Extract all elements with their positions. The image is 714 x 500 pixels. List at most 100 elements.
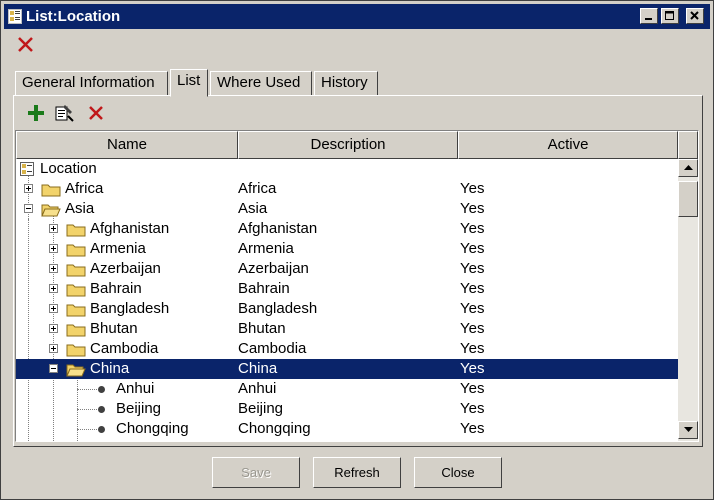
open-folder-icon [41,204,61,217]
close-button[interactable]: Close [414,457,502,488]
tree-row[interactable]: Bangladesh Bangladesh Yes [16,299,678,319]
tree-row[interactable]: Cambodia Cambodia Yes [16,339,678,359]
tab-general-information[interactable]: General Information [15,71,168,96]
expand-toggle[interactable] [49,224,58,233]
row-name: China [90,360,130,377]
column-header-active[interactable]: Active [458,131,678,159]
close-x-icon[interactable] [15,34,37,56]
collapse-toggle[interactable] [49,364,58,373]
row-description: Armenia [238,240,294,257]
tree-row[interactable]: Bahrain Bahrain Yes [16,279,678,299]
row-name: Bangladesh [90,300,170,317]
grid-header: Name Description Active [16,131,698,159]
tree-row[interactable]: Chongqing Chongqing Yes [16,419,678,439]
folder-icon [66,304,86,317]
collapse-toggle[interactable] [24,204,33,213]
row-description: Cambodia [238,340,307,357]
edit-properties-icon[interactable] [53,102,75,124]
window-title: List:Location [26,8,121,25]
minimize-button[interactable] [640,8,658,24]
tree-row[interactable]: Bhutan Bhutan Yes [16,319,678,339]
tab-history[interactable]: History [314,71,378,96]
tree-row[interactable]: Asia Asia Yes [16,199,678,219]
row-description: Asia [238,200,268,217]
expand-toggle[interactable] [49,324,58,333]
row-active: Yes [460,260,485,277]
row-description: Afghanistan [238,220,318,237]
expand-toggle[interactable] [49,264,58,273]
row-description: China [238,360,278,377]
row-active: Yes [460,380,485,397]
tree-row-selected[interactable]: China China Yes [16,359,678,379]
tree-row[interactable]: Africa Africa Yes [16,179,678,199]
expand-toggle[interactable] [49,304,58,313]
tab-where-used[interactable]: Where Used [210,71,312,96]
row-description: Chongqing [238,420,311,437]
folder-icon [66,264,86,277]
tab-label: History [321,74,368,91]
scroll-down-button[interactable] [678,421,698,439]
row-active: Yes [460,400,485,417]
folder-icon [66,224,86,237]
folder-icon [66,244,86,257]
row-active: Yes [460,180,485,197]
leaf-bullet-icon [98,426,105,433]
header-corner [678,131,698,159]
leaf-bullet-icon [98,386,105,393]
arrow-up-icon [684,165,693,170]
expand-toggle[interactable] [49,284,58,293]
row-description: Azerbaijan [238,260,309,277]
row-description: Bangladesh [238,300,318,317]
plus-icon[interactable] [25,102,47,124]
row-name: Azerbaijan [90,260,161,277]
refresh-button[interactable]: Refresh [313,457,401,488]
row-active: Yes [460,280,485,297]
row-name: Anhui [116,380,155,397]
row-name: Cambodia [90,340,159,357]
row-description: Beijing [238,400,284,417]
tab-label: General Information [22,74,155,91]
row-name: Bahrain [90,280,142,297]
row-name: Afghanistan [90,220,170,237]
expand-toggle[interactable] [49,244,58,253]
row-active: Yes [460,300,485,317]
vertical-scrollbar[interactable] [678,159,698,441]
expand-toggle[interactable] [49,344,58,353]
title-bar[interactable]: List:Location [4,4,710,29]
row-name: Africa [65,180,104,197]
list-location-window: List:Location General Information List W… [0,0,714,500]
column-header-description[interactable]: Description [238,131,458,159]
expand-toggle[interactable] [24,184,33,193]
tab-list[interactable]: List [170,69,208,97]
row-active: Yes [460,320,485,337]
tab-label: List [177,72,201,89]
folder-icon [66,324,86,337]
row-description: Anhui [238,380,277,397]
column-header-name[interactable]: Name [16,131,238,159]
maximize-button[interactable] [661,8,679,24]
tree-row[interactable]: Armenia Armenia Yes [16,239,678,259]
row-name: Asia [65,200,95,217]
tree-root-row[interactable]: Location [16,159,678,179]
tree-root-label: Location [40,160,97,177]
row-active: Yes [460,220,485,237]
tree-row[interactable]: Azerbaijan Azerbaijan Yes [16,259,678,279]
tree-row[interactable]: Afghanistan Afghanistan Yes [16,219,678,239]
scroll-thumb[interactable] [678,181,698,217]
row-name: Beijing [116,400,162,417]
tree-row[interactable]: Anhui Anhui Yes [16,379,678,399]
tab-label: Where Used [217,74,301,91]
row-description: Bhutan [238,320,286,337]
save-button[interactable]: Save [212,457,300,488]
folder-icon [66,344,86,357]
row-name: Armenia [90,240,146,257]
row-description: Africa [238,180,277,197]
row-active: Yes [460,200,485,217]
row-name: Chongqing [116,420,189,437]
scroll-up-button[interactable] [678,159,698,177]
tree-row[interactable]: Beijing Beijing Yes [16,399,678,419]
delete-x-icon[interactable] [85,102,107,124]
close-window-button[interactable] [686,8,704,24]
tree-rows: Location Africa Africa Yes Asia Asia Yes… [16,159,678,441]
location-tree-grid: Name Description Active Location Africa … [15,130,699,442]
